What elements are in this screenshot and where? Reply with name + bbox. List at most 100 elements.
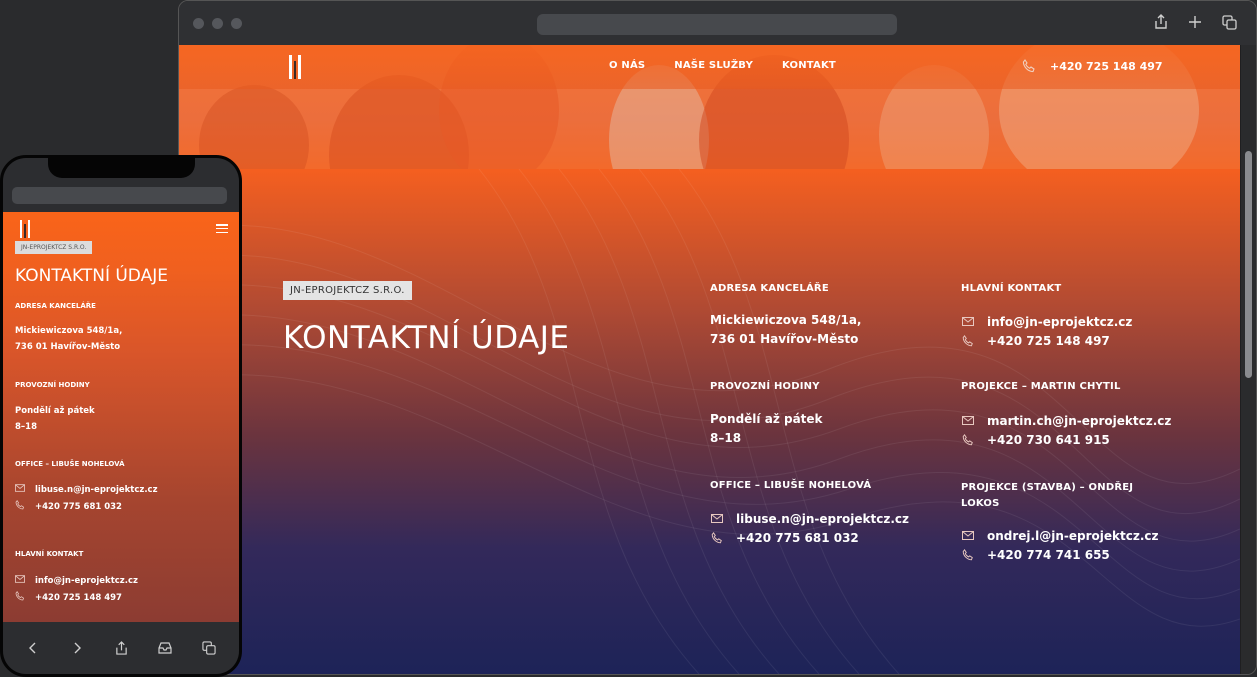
office-label: OFFICE – LIBUŠE NOHELOVÁ — [710, 480, 872, 491]
mobile-device: JN-EPROJEKTCZ S.R.O. KONTAKTNÍ ÚDAJE ADR… — [0, 155, 242, 677]
mobile-main-email: info@jn-eprojektcz.cz — [35, 575, 138, 586]
projekce-stavba-phone-link[interactable]: +420 774 741 655 — [961, 545, 1158, 564]
hours-section: PROVOZNÍ HODINY — [710, 381, 820, 392]
projekce-stavba-label-line-1: PROJEKCE (STAVBA) – ONDŘEJ — [961, 482, 1134, 493]
mobile-main-phone-link[interactable]: +420 725 148 497 — [15, 591, 122, 604]
mail-icon — [15, 484, 25, 495]
hours-label: PROVOZNÍ HODINY — [710, 381, 820, 392]
web-page: O NÁS NAŠE SLUŽBY KONTAKT +420 725 148 4… — [179, 45, 1240, 674]
mail-icon — [961, 317, 974, 326]
phone-icon — [710, 531, 723, 544]
mobile-web-page: JN-EPROJEKTCZ S.R.O. KONTAKTNÍ ÚDAJE ADR… — [3, 212, 239, 622]
nav-phone-link[interactable]: +420 725 148 497 — [1022, 59, 1163, 73]
projekce-section: PROJEKCE – MARTIN CHYTIL — [961, 381, 1121, 392]
main-contact-list: info@jn-eprojektcz.cz +420 725 148 497 — [961, 312, 1132, 350]
projekce-email: martin.ch@jn-eprojektcz.cz — [987, 413, 1172, 428]
tabs-icon[interactable] — [1220, 13, 1238, 31]
mail-icon — [710, 514, 723, 523]
mobile-address-bar[interactable] — [12, 187, 227, 204]
office-email: libuse.n@jn-eprojektcz.cz — [736, 511, 909, 526]
mobile-office-phone-link[interactable]: +420 775 681 032 — [15, 500, 122, 513]
projekce-stavba-label-line-2: LOKOS — [961, 498, 1000, 509]
mobile-office-label: OFFICE – LIBUŠE NOHELOVÁ — [15, 460, 125, 468]
main-contact-section: HLAVNÍ KONTAKT — [961, 283, 1061, 294]
hamburger-menu-icon[interactable] — [216, 224, 228, 233]
main-phone-link[interactable]: +420 725 148 497 — [961, 331, 1132, 350]
mail-icon — [961, 531, 974, 540]
main-email-link[interactable]: info@jn-eprojektcz.cz — [961, 312, 1132, 331]
desktop-browser-window: O NÁS NAŠE SLUŽBY KONTAKT +420 725 148 4… — [178, 0, 1257, 675]
office-contacts: libuse.n@jn-eprojektcz.cz +420 775 681 0… — [710, 509, 909, 547]
address-section: ADRESA KANCELÁŘE — [710, 283, 829, 294]
mobile-main-email-link[interactable]: info@jn-eprojektcz.cz — [15, 575, 138, 586]
projekce-label: PROJEKCE – MARTIN CHYTIL — [961, 381, 1121, 392]
projekce-phone: +420 730 641 915 — [987, 432, 1110, 447]
mobile-office-email-link[interactable]: libuse.n@jn-eprojektcz.cz — [15, 484, 158, 495]
window-controls — [193, 18, 242, 29]
address-label: ADRESA KANCELÁŘE — [710, 283, 829, 294]
mobile-address-value: Mickiewiczova 548/1a, 736 01 Havířov-Měs… — [15, 323, 122, 355]
phone-icon — [1022, 59, 1035, 73]
mobile-site-logo[interactable] — [20, 220, 30, 238]
address-line-1: Mickiewiczova 548/1a, — [710, 313, 862, 327]
company-tag: JN-EPROJEKTCZ S.R.O. — [283, 281, 412, 300]
mobile-address-label: ADRESA KANCELÁŘE — [15, 302, 96, 310]
mobile-bottom-toolbar — [3, 622, 239, 674]
phone-icon — [961, 433, 974, 446]
site-navigation: O NÁS NAŠE SLUŽBY KONTAKT +420 725 148 4… — [179, 45, 1240, 89]
projekce-phone-link[interactable]: +420 730 641 915 — [961, 430, 1171, 449]
address-bar[interactable] — [537, 14, 897, 35]
vertical-scrollbar[interactable] — [1241, 45, 1256, 674]
projekce-stavba-contacts: ondrej.l@jn-eprojektcz.cz +420 774 741 6… — [961, 526, 1158, 564]
mobile-address-line-1: Mickiewiczova 548/1a, — [15, 326, 123, 336]
mobile-main-contact-label: HLAVNÍ KONTAKT — [15, 550, 84, 558]
projekce-stavba-email-link[interactable]: ondrej.l@jn-eprojektcz.cz — [961, 526, 1158, 545]
nav-link-nase-sluzby[interactable]: NAŠE SLUŽBY — [674, 60, 753, 71]
address-value: Mickiewiczova 548/1a, 736 01 Havířov-Měs… — [710, 311, 861, 349]
bookmarks-icon[interactable] — [156, 639, 174, 657]
phone-icon — [961, 334, 974, 347]
forward-icon[interactable] — [68, 639, 86, 657]
mail-icon — [961, 416, 974, 425]
share-icon[interactable] — [112, 639, 130, 657]
office-phone-link[interactable]: +420 775 681 032 — [710, 528, 909, 547]
main-contact-label: HLAVNÍ KONTAKT — [961, 283, 1062, 294]
phone-icon — [15, 591, 25, 604]
nav-phone-number: +420 725 148 497 — [1050, 59, 1163, 73]
address-line-2: 736 01 Havířov-Město — [710, 332, 859, 346]
mobile-hours-label: PROVOZNÍ HODINY — [15, 381, 90, 389]
main-phone: +420 725 148 497 — [987, 333, 1110, 348]
mobile-office-phone: +420 775 681 032 — [35, 501, 122, 512]
share-icon[interactable] — [1152, 13, 1170, 31]
back-icon[interactable] — [24, 639, 42, 657]
page-title: KONTAKTNÍ ÚDAJE — [283, 320, 570, 356]
office-email-link[interactable]: libuse.n@jn-eprojektcz.cz — [710, 509, 909, 528]
hours-value: Pondělí až pátek 8–18 — [710, 410, 823, 448]
mobile-main-phone: +420 725 148 497 — [35, 592, 122, 603]
tabs-icon[interactable] — [200, 639, 218, 657]
phone-icon — [15, 500, 25, 513]
main-email: info@jn-eprojektcz.cz — [987, 314, 1133, 329]
maximize-window-button[interactable] — [231, 18, 242, 29]
mobile-office-email: libuse.n@jn-eprojektcz.cz — [35, 484, 158, 495]
minimize-window-button[interactable] — [212, 18, 223, 29]
site-logo[interactable] — [289, 55, 301, 79]
projekce-stavba-email: ondrej.l@jn-eprojektcz.cz — [987, 528, 1159, 543]
projekce-contacts: martin.ch@jn-eprojektcz.cz +420 730 641 … — [961, 411, 1171, 449]
office-phone: +420 775 681 032 — [736, 530, 859, 545]
phone-notch — [48, 158, 195, 178]
mobile-page-title: KONTAKTNÍ ÚDAJE — [15, 266, 168, 286]
projekce-email-link[interactable]: martin.ch@jn-eprojektcz.cz — [961, 411, 1171, 430]
hours-line-1: Pondělí až pátek — [710, 412, 823, 426]
phone-icon — [961, 548, 974, 561]
nav-link-o-nas[interactable]: O NÁS — [609, 60, 645, 71]
mail-icon — [15, 575, 25, 586]
projekce-stavba-phone: +420 774 741 655 — [987, 547, 1110, 562]
new-tab-icon[interactable] — [1186, 13, 1204, 31]
mobile-hours-line-2: 8–18 — [15, 422, 37, 432]
close-window-button[interactable] — [193, 18, 204, 29]
office-section: OFFICE – LIBUŠE NOHELOVÁ — [710, 480, 871, 491]
scrollbar-thumb[interactable] — [1245, 151, 1252, 378]
hours-line-2: 8–18 — [710, 431, 742, 445]
nav-link-kontakt[interactable]: KONTAKT — [782, 60, 836, 71]
